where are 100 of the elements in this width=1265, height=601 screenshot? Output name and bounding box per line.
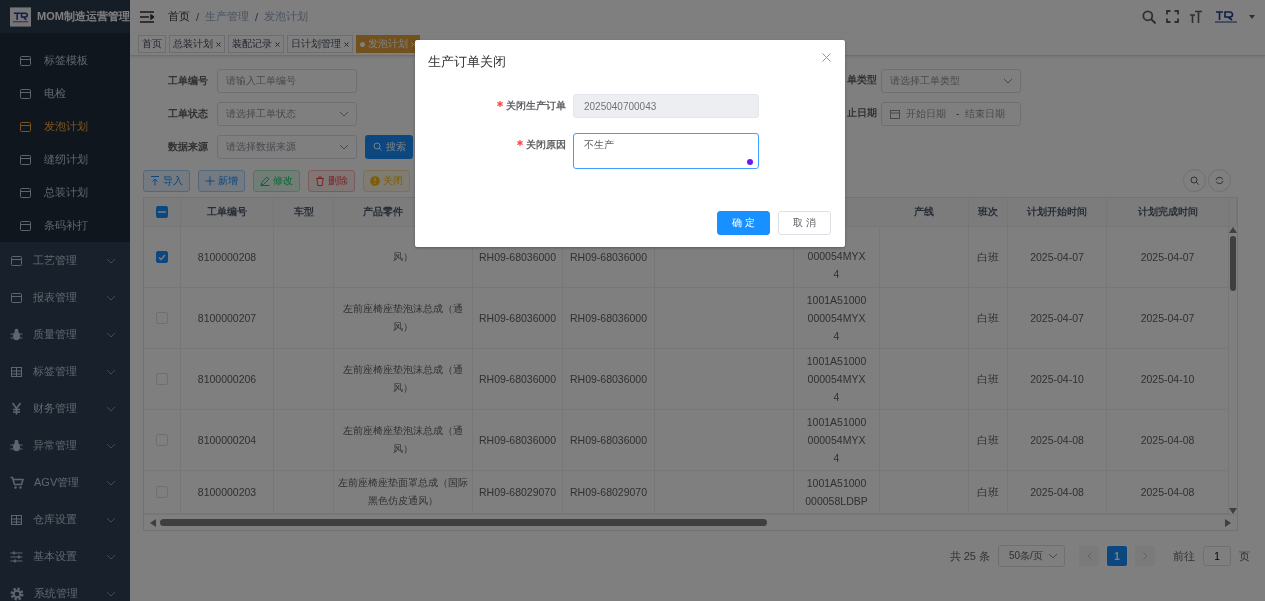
confirm-button[interactable]: 确 定 (717, 211, 771, 235)
avatar-icon (1213, 9, 1239, 24)
cancel-button[interactable]: 取 消 (778, 211, 831, 235)
checkbox[interactable] (156, 251, 168, 263)
chevron-down-icon (106, 368, 116, 375)
sidebar-subitem[interactable]: 电检 (0, 77, 130, 110)
vertical-scrollbar[interactable] (1229, 227, 1237, 514)
column-header: 产线 (880, 198, 969, 227)
table-cell-text: RH09-68036000 (569, 372, 648, 387)
bug-icon (10, 328, 23, 341)
chevron-down-icon (339, 143, 349, 150)
arrow-right-icon (1225, 518, 1231, 527)
toolbar-button[interactable]: 修改 (253, 169, 300, 192)
pencil-icon (260, 175, 270, 186)
sidebar-subitem[interactable]: 总装计划 (0, 176, 130, 209)
chevron-down-icon (1048, 553, 1058, 559)
table-icon (10, 365, 23, 378)
horizontal-scrollbar[interactable] (144, 514, 1237, 530)
table-cell-text: 2025-04-08 (1140, 485, 1195, 500)
field-label: 工单编号 (167, 73, 208, 88)
column-header: 工单编号 (181, 198, 274, 227)
table-cell-text: 白班 (977, 433, 999, 448)
table-cell-text: 左前座椅座垫泡沫总成（通风） (342, 302, 464, 334)
yen-icon (10, 402, 23, 415)
arrow-left-icon (150, 518, 156, 527)
table-cell-text: 1001A51000000058LDBP (805, 476, 868, 509)
page-tab[interactable]: 日计划管理 (287, 35, 353, 53)
search-icon (1142, 9, 1156, 24)
warning-icon (370, 175, 380, 186)
sidebar-subitem[interactable]: 缝纫计划 (0, 143, 130, 176)
reason-field[interactable]: 不生产 (573, 133, 759, 169)
page-tab[interactable]: 发泡计划 (356, 35, 420, 53)
goto-label: 前往 (1173, 548, 1195, 564)
trash-icon (315, 175, 325, 186)
chevron-down-icon (106, 590, 116, 597)
cart-icon (10, 476, 24, 489)
close-button[interactable] (822, 53, 831, 62)
sidebar-item[interactable]: 仓库设置 (0, 501, 130, 538)
table-cell-text: 2025-04-10 (1140, 372, 1195, 387)
search-toggle-button[interactable] (1183, 169, 1206, 192)
prev-page-button[interactable] (1079, 546, 1099, 566)
search-icon (1190, 176, 1199, 185)
panel-icon (19, 153, 32, 166)
checkbox[interactable] (156, 206, 168, 218)
table-cell-text: 左前座椅座垫泡沫总成（通风） (342, 424, 464, 456)
total-count: 共 25 条 (949, 548, 990, 564)
sidebar-item[interactable]: 基本设置 (0, 538, 130, 575)
dialog-title: 生产订单关闭 (428, 53, 506, 71)
chevron-down-icon (106, 405, 116, 412)
table-cell-text: 8100000203 (197, 485, 257, 500)
panel-icon (19, 120, 32, 133)
page-number[interactable]: 1 (1107, 546, 1127, 566)
sidebar-subitem[interactable]: 发泡计划 (0, 110, 130, 143)
panel-icon (19, 54, 32, 67)
logo-icon (10, 6, 32, 27)
table-cell-text: 2025-04-08 (1030, 485, 1084, 500)
chevron-down-icon (106, 442, 116, 449)
table-cell-text: 8100000206 (197, 372, 257, 387)
table-cell-text: 2025-04-10 (1030, 372, 1084, 387)
toolbar-button[interactable]: 导入 (143, 169, 190, 192)
chevron-down-icon (106, 516, 116, 523)
column-header: 班次 (969, 198, 1008, 227)
table-cell-text: 风） (393, 250, 413, 264)
search-button[interactable]: 搜索 (365, 134, 413, 159)
panel-icon (10, 291, 23, 304)
refresh-button[interactable] (1208, 169, 1231, 192)
table-cell-text: 2025-04-07 (1030, 311, 1084, 326)
hamburger-icon (140, 10, 154, 23)
chevron-down-icon (106, 257, 116, 264)
page-tab[interactable]: 总装计划 (169, 35, 225, 53)
table-cell-text: 2025-04-07 (1030, 250, 1084, 265)
caret-down-icon (1249, 14, 1255, 19)
column-header: 计划完成时间 (1107, 198, 1229, 227)
table-cell-text: 2025-04-07 (1140, 311, 1195, 326)
chevron-right-icon (1142, 552, 1148, 560)
calendar-icon (890, 108, 900, 119)
next-page-button[interactable] (1135, 546, 1155, 566)
close-icon (275, 41, 280, 47)
goto-page-field[interactable]: 1 (1203, 546, 1231, 566)
text-size-icon (1189, 10, 1203, 23)
range-separator: - (956, 108, 960, 119)
chevron-down-icon (106, 294, 116, 301)
panel-icon (10, 254, 23, 267)
page-tab[interactable]: 首页 (138, 35, 166, 53)
sidebar-subitem[interactable]: 条码补打 (0, 209, 130, 242)
table-cell-text: 8100000204 (197, 433, 257, 448)
sidebar-subitem[interactable]: 标签模板 (0, 44, 130, 77)
toolbar-button[interactable]: 删除 (308, 169, 355, 192)
table-cell-text: 8100000207 (197, 311, 257, 326)
breadcrumb-item[interactable]: 首页 (168, 9, 190, 24)
field-label: 关闭生产订单 (497, 99, 566, 113)
toolbar-button[interactable]: 新增 (198, 169, 245, 192)
table-cell-text: 000054MYX4 (806, 249, 867, 282)
page-tab[interactable]: 装配记录 (228, 35, 284, 53)
page-size-select[interactable]: 50条/页 (998, 545, 1065, 567)
field-label: 单类型 (846, 74, 877, 87)
field-label: 工单状态 (167, 106, 208, 121)
arrow-down-icon (1229, 508, 1237, 514)
fullscreen-icon (1166, 10, 1179, 23)
minus-icon (158, 211, 166, 213)
